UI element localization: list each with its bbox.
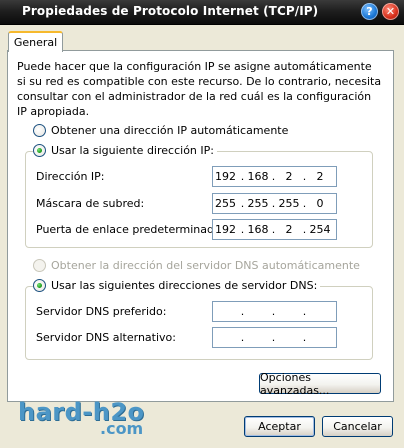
dialog-window: Propiedades de Protocolo Internet (TCP/I… (0, 0, 404, 448)
gateway-octet: 254 (309, 223, 331, 236)
ip-address-label: Dirección IP: (36, 170, 105, 183)
ip-auto-label: Obtener una dirección IP automáticamente (51, 124, 289, 137)
general-panel: Puede hacer que la configuración IP se a… (7, 50, 394, 402)
cancel-button[interactable]: Cancelar (322, 416, 393, 437)
dns-auto-label: Obtener la dirección del servidor DNS au… (51, 259, 360, 272)
ip-manual-option[interactable]: Usar la siguiente dirección IP: (33, 144, 217, 157)
dns-auto-option: Obtener la dirección del servidor DNS au… (33, 259, 363, 272)
close-button[interactable]: ✕ (382, 3, 399, 20)
gateway-octet: 192 (215, 223, 236, 236)
subnet-mask-label: Máscara de subred: (36, 197, 145, 210)
ip-auto-option[interactable]: Obtener una dirección IP automáticamente (33, 124, 292, 137)
ip-octet: 2 (316, 170, 324, 183)
dns-preferred-label: Servidor DNS preferido: (36, 305, 167, 318)
ip-manual-label: Usar la siguiente dirección IP: (51, 144, 214, 157)
help-icon: ? (366, 5, 373, 18)
ip-octet: 168 (247, 170, 269, 183)
tab-general[interactable]: General (8, 31, 63, 52)
close-icon: ✕ (385, 5, 396, 18)
gateway-input[interactable]: 192. 168. 2. 254 (212, 219, 337, 240)
ip-manual-radio[interactable] (33, 144, 46, 157)
window-title: Propiedades de Protocolo Internet (TCP/I… (22, 4, 319, 18)
title-bar[interactable]: Propiedades de Protocolo Internet (TCP/I… (0, 0, 404, 25)
help-button[interactable]: ? (361, 3, 378, 20)
watermark-logo-domain: .com (100, 419, 144, 438)
ip-address-input[interactable]: 192. 168. 2. 2 (212, 166, 337, 187)
dns-preferred-input[interactable]: . . . (212, 301, 337, 322)
dns-auto-radio (33, 259, 46, 272)
dns-manual-label: Usar las siguientes direcciones de servi… (51, 279, 318, 292)
ip-octet: 2 (285, 170, 293, 183)
ok-button[interactable]: Aceptar (244, 416, 315, 437)
mask-octet: 0 (316, 197, 324, 210)
ip-auto-radio[interactable] (33, 124, 46, 137)
mask-octet: 255 (278, 197, 300, 210)
subnet-mask-input[interactable]: 255. 255. 255. 0 (212, 193, 337, 214)
dns-alternate-label: Servidor DNS alternativo: (36, 331, 176, 344)
mask-octet: 255 (247, 197, 269, 210)
gateway-octet: 2 (285, 223, 293, 236)
dns-manual-option[interactable]: Usar las siguientes direcciones de servi… (33, 279, 321, 292)
advanced-options-button[interactable]: Opciones avanzadas... (259, 371, 381, 397)
gateway-octet: 168 (247, 223, 269, 236)
gateway-label: Puerta de enlace predeterminada: (36, 223, 225, 236)
ip-octet: 192 (215, 170, 236, 183)
dns-manual-radio[interactable] (33, 279, 46, 292)
dns-manual-group (25, 286, 373, 360)
mask-octet: 255 (215, 197, 236, 210)
dns-alternate-input[interactable]: . . . (212, 327, 337, 348)
description-text: Puede hacer que la configuración IP se a… (17, 60, 382, 118)
